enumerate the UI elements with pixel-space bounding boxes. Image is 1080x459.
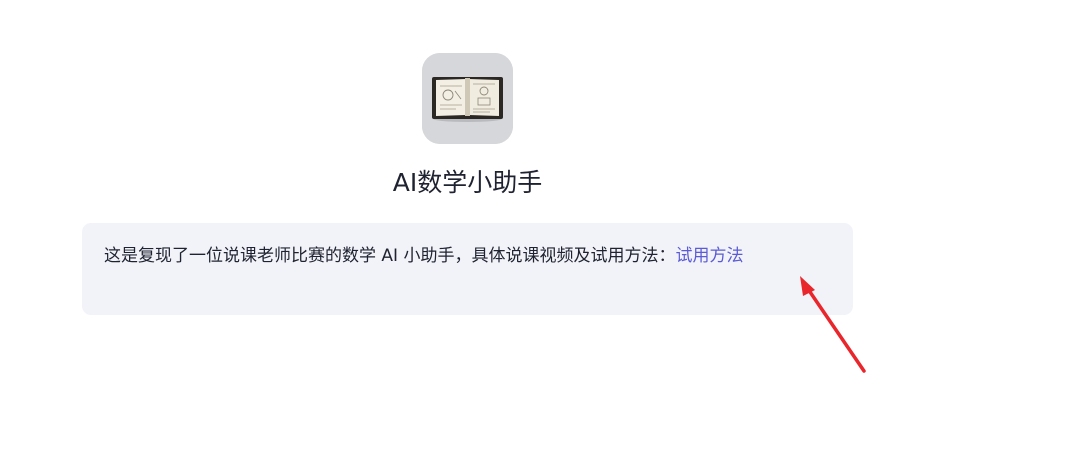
description-card: 这是复现了一位说课老师比赛的数学 AI 小助手，具体说课视频及试用方法：试用方法 xyxy=(82,223,853,315)
description-text: 这是复现了一位说课老师比赛的数学 AI 小助手，具体说课视频及试用方法： xyxy=(104,246,676,266)
bot-intro-page: AI数学小助手 这是复现了一位说课老师比赛的数学 AI 小助手，具体说课视频及试… xyxy=(0,0,1080,459)
trial-method-link[interactable]: 试用方法 xyxy=(675,246,743,266)
open-book-icon xyxy=(422,53,513,144)
app-title: AI数学小助手 xyxy=(392,168,543,197)
